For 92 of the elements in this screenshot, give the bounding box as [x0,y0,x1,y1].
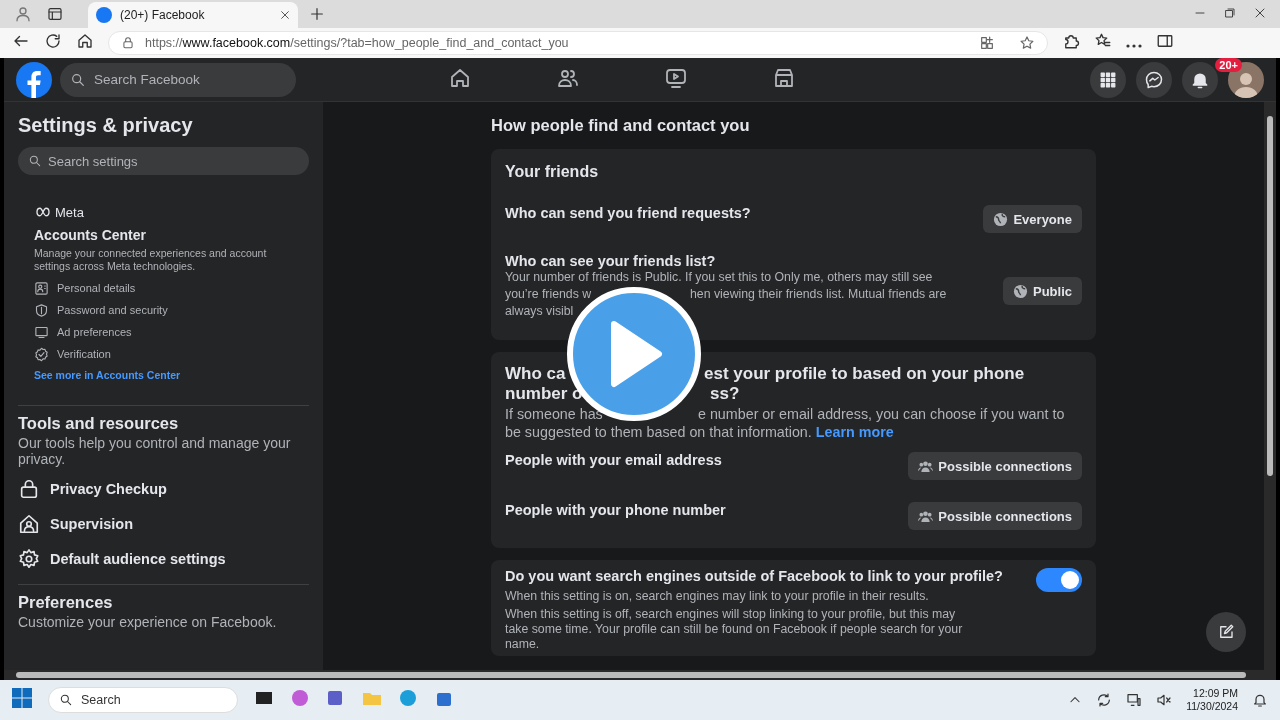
network-icon [1126,692,1143,708]
grid-icon [1099,70,1117,89]
card-title: Your friends [505,163,600,181]
scrollbar-thumb[interactable] [1267,116,1273,476]
accounts-center-link[interactable]: See more in Accounts Center [34,369,181,382]
people-icon [918,509,934,523]
toggle-switch[interactable] [1036,568,1082,592]
app-grid-icon [979,35,995,51]
setting-question: Who can see your friends list? [505,253,717,269]
settings-search-field[interactable]: Search settings [18,147,309,175]
text-fragment: est your profile to based on your phone [704,364,1025,384]
close-icon [1254,7,1266,19]
id-card-icon [34,280,49,296]
restore-icon [1224,7,1236,19]
more-icon [1126,44,1142,48]
muted-speaker-icon [1156,692,1173,708]
accounts-item[interactable]: Personal details [34,277,293,300]
search-icon [70,71,86,88]
close-icon [280,10,290,20]
person-icon [14,5,32,23]
scrollbar-thumb[interactable] [16,672,1246,678]
section-description: Customize your experience on Facebook. [18,614,278,631]
messenger-button[interactable] [1136,61,1172,98]
clock-date: 11/30/2024 [1186,700,1238,713]
description-line: Your number of friends is Public. If you set this to Only me, others may still see [505,269,934,286]
search-field[interactable]: Search Facebook [60,62,296,97]
house-people-icon [18,512,40,535]
chat-bubble-icon [1144,69,1164,90]
audience-button[interactable]: Everyone [983,205,1082,233]
sidebar-icon [1156,32,1174,50]
sidebar-item[interactable]: Supervision [18,506,309,542]
home-icon [76,32,94,50]
refresh-icon [44,32,62,50]
section-description: Manage your connected experiences and account settings across Meta technologies. [34,247,268,274]
window-icon [47,6,63,22]
shield-icon [34,302,49,318]
text-fragment: e number or email address, you can choose if you want to [698,406,1065,422]
accounts-item[interactable]: Verification [34,343,293,366]
sidebar-title: Settings & privacy [18,114,194,137]
settings-icon [18,547,40,570]
page-title: How people find and contact you [491,116,751,135]
compose-button[interactable] [1206,612,1246,652]
description-line: name. [505,637,541,652]
search-icon [28,154,42,168]
search-icon [59,693,73,707]
globe-icon [1013,283,1028,299]
description-line: When this setting is off, search engines will stop linking to your profile, but this may [505,607,957,622]
description-line: always visibl [505,303,575,320]
section-title: Preferences [18,593,114,613]
description-line: take some time. Your profile can still be found on Facebook if people search for your [505,622,964,637]
text-fragment: ss? [710,384,740,404]
browser-tab[interactable]: (20+) Facebook [88,2,298,28]
menu-button[interactable] [1090,61,1126,98]
setting-label: People with your phone number [505,502,726,518]
setting-question: Do you want search engines outside of Facebook to link to your profile? [505,568,1003,584]
accounts-item[interactable]: Password and security [34,299,293,322]
lock-icon [121,36,135,50]
people-icon [918,459,934,473]
text-fragment: If someone has [505,406,603,422]
accounts-item[interactable]: Ad preferences [34,321,293,344]
facebook-logo[interactable] [16,61,52,98]
section-title: Tools and resources [18,414,180,434]
sidebar-item[interactable]: Privacy Checkup [18,471,309,507]
text-fragment: Who ca [505,364,566,384]
screen-icon [34,324,49,340]
description-line: When this setting is on, search engines may link to your profile in their results. [505,589,930,604]
text-fragment: you’re friends w [505,286,592,303]
edit-icon [1217,623,1235,641]
puzzle-icon [1062,32,1080,50]
audience-button[interactable]: Public [1003,277,1082,305]
check-badge-icon [34,346,49,362]
section-title: Accounts Center [34,227,148,243]
lock-icon [18,477,40,500]
sidebar-item[interactable]: Default audience settings [18,541,309,577]
sync-icon [1096,692,1113,708]
section-description: Our tools help you control and manage your privacy. [18,435,292,468]
audience-button[interactable]: Possible connections [908,452,1082,480]
setting-label: People with your email address [505,452,722,468]
taskbar-search-field[interactable]: Search [48,687,238,713]
audience-button[interactable]: Possible connections [908,502,1082,530]
bell-icon [1252,692,1268,708]
notifications-button[interactable] [1182,61,1218,98]
star-icon [1019,35,1035,51]
learn-more-link[interactable]: Learn more [815,424,894,440]
globe-icon [993,211,1009,227]
facebook-favicon [96,7,112,23]
setting-question: Who can send you friend requests? [505,205,751,221]
description-line: be suggested to them based on that information. [505,424,812,440]
meta-brand: Meta [55,204,84,220]
plus-icon [309,6,325,22]
clock-time: 12:09 PM [1192,687,1238,700]
text-fragment: hen viewing their friends list. Mutual friends are [690,286,947,303]
